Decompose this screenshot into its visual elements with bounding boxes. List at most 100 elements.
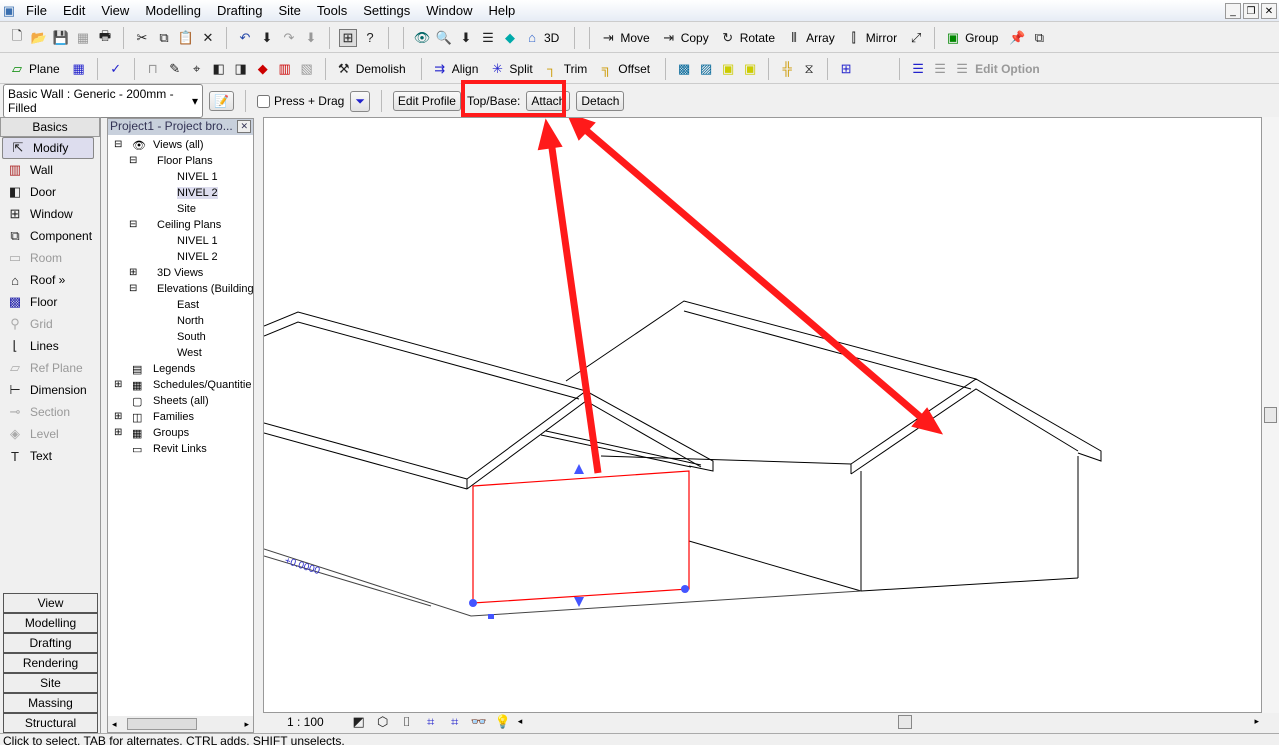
help-cursor-icon[interactable]: ? — [361, 29, 379, 47]
array-button[interactable]: ⫴ Array — [785, 29, 834, 47]
menu-site[interactable]: Site — [271, 3, 309, 18]
redo-list-icon[interactable]: ⬇ — [302, 29, 320, 47]
restore-icon[interactable]: ❐ — [1243, 3, 1259, 19]
expand-icon[interactable]: ⊞ — [114, 411, 122, 422]
type-selector[interactable]: Basic Wall : Generic - 200mm - Filled ▾ — [3, 84, 203, 118]
scroll-right-icon[interactable]: ▸ — [1254, 716, 1259, 727]
demolish-button[interactable]: ⚒ Demolish — [335, 60, 406, 78]
browser-tree-item[interactable]: NIVEL 2 — [177, 251, 218, 263]
unpin-icon[interactable]: ⧉ — [1030, 29, 1048, 47]
3d-model-view[interactable]: +0.0000 — [263, 112, 1263, 714]
copy-clipboard-icon[interactable]: ⧉ — [155, 29, 173, 47]
trim-button[interactable]: ┐ Trim — [543, 60, 587, 78]
browser-tree-item[interactable]: Views (all) — [153, 139, 204, 151]
3d-box-icon[interactable]: ◆ — [501, 29, 519, 47]
zoom-list-icon[interactable]: ⬇ — [457, 29, 475, 47]
bottom-drag-control-icon[interactable] — [574, 597, 584, 607]
menu-tools[interactable]: Tools — [309, 3, 355, 18]
reveal-hidden-icon[interactable]: 💡 — [494, 713, 512, 731]
scroll-left-icon[interactable]: ◂ — [518, 716, 523, 727]
menu-window[interactable]: Window — [418, 3, 480, 18]
join-icon[interactable]: ◨ — [232, 60, 250, 78]
undo-icon[interactable]: ↶ — [236, 29, 254, 47]
wall-join-icon[interactable]: ▥ — [276, 60, 294, 78]
menu-modelling[interactable]: Modelling — [137, 3, 209, 18]
menu-file[interactable]: File — [18, 3, 55, 18]
properties-button[interactable]: 📝 — [209, 91, 234, 111]
browser-tree-item[interactable]: East — [177, 299, 199, 311]
press-drag-checkbox[interactable] — [256, 94, 270, 108]
plane-button[interactable]: ▱ Plane — [8, 60, 60, 78]
design-bar-item-section[interactable]: ⊸ Section — [0, 401, 100, 423]
top-drag-control-icon[interactable] — [574, 464, 584, 474]
grid-show-icon[interactable]: ▦ — [70, 60, 88, 78]
dimension-lock-icon[interactable]: ⊓ — [144, 60, 162, 78]
design-bar-item-dimension[interactable]: ⊢ Dimension — [0, 379, 100, 401]
design-tab-rendering[interactable]: Rendering — [3, 653, 98, 673]
join-geometry-icon[interactable]: ╬ — [778, 60, 796, 78]
measure-icon[interactable]: ⊞ — [837, 60, 855, 78]
design-bar-item-window[interactable]: ⊞ Window — [0, 203, 100, 225]
expand-icon[interactable]: ⊞ — [114, 427, 122, 438]
menu-drafting[interactable]: Drafting — [209, 3, 271, 18]
browser-tree-item[interactable]: North — [177, 315, 204, 327]
collapse-icon[interactable]: ⊟ — [114, 139, 122, 150]
design-tab-structural[interactable]: Structural — [3, 713, 98, 733]
design-bar-item-roof[interactable]: ⌂ Roof » — [0, 269, 100, 291]
split-button[interactable]: ✳ Split — [488, 60, 533, 78]
add-to-set-icon[interactable]: ☰ — [931, 60, 949, 78]
view-hscroll-thumb[interactable] — [898, 714, 913, 729]
copy-button[interactable]: ⇥ Copy — [660, 29, 708, 47]
menu-view[interactable]: View — [93, 3, 137, 18]
browser-tree-item[interactable]: Elevations (Building — [157, 283, 254, 295]
new-icon[interactable]: 🗋 — [8, 28, 26, 47]
save-icon[interactable]: 💾 — [52, 29, 70, 47]
design-bar-item-component[interactable]: ⧉ Component — [0, 225, 100, 247]
design-bar-item-modify[interactable]: ⇱ Modify — [2, 137, 94, 159]
drawing-area[interactable]: +0.0000 — [263, 112, 1263, 714]
browser-tree-item[interactable]: West — [177, 347, 202, 359]
spell-check-icon[interactable]: ✓ — [107, 60, 125, 78]
pick-to-edit-icon[interactable]: ☰ — [953, 60, 971, 78]
collapse-icon[interactable]: ⊟ — [129, 219, 137, 230]
browser-tree-item[interactable]: Schedules/Quantitie — [153, 379, 251, 391]
browser-tree-item[interactable]: Ceiling Plans — [157, 219, 221, 231]
browser-tree-item[interactable]: South — [177, 331, 206, 343]
unjoin-icon[interactable]: ▧ — [298, 60, 316, 78]
offset-button[interactable]: ╗ Offset — [597, 60, 650, 78]
app-icon[interactable]: ▣ — [0, 2, 18, 20]
filter-button[interactable]: ⏷ — [350, 90, 370, 112]
menu-help[interactable]: Help — [481, 3, 524, 18]
wall-opening-icon[interactable]: ⧖ — [800, 60, 818, 78]
scale-selector[interactable]: 1 : 100 — [287, 715, 324, 729]
browser-tree-item[interactable]: Sheets (all) — [153, 395, 209, 407]
design-tab-modelling[interactable]: Modelling — [3, 613, 98, 633]
browser-tree-item[interactable]: 3D Views — [157, 267, 203, 279]
group-button[interactable]: ▣ Group — [944, 29, 999, 47]
match-type-icon[interactable]: ✎ — [166, 60, 184, 78]
design-bar-item-ref-plane[interactable]: ▱ Ref Plane — [0, 357, 100, 379]
menu-settings[interactable]: Settings — [355, 3, 418, 18]
minimize-icon[interactable]: _ — [1225, 3, 1241, 19]
crop-region-icon[interactable]: ⌗ — [422, 713, 440, 731]
hide-isolate-icon[interactable]: 👓 — [470, 713, 488, 731]
redo-icon[interactable]: ↷ — [280, 29, 298, 47]
end-grip-icon[interactable] — [681, 585, 689, 593]
3d-view-button[interactable]: ⌂ 3D — [523, 29, 559, 47]
browser-hscrollbar[interactable]: ◂ ▸ — [108, 716, 253, 732]
close-browser-icon[interactable]: ✕ — [237, 120, 251, 133]
design-bar-item-lines[interactable]: ⌊ Lines — [0, 335, 100, 357]
browser-tree-item[interactable]: NIVEL 1 — [177, 171, 218, 183]
zoom-icon[interactable]: 🔍 — [435, 29, 453, 47]
expand-icon[interactable]: ⊞ — [129, 267, 137, 278]
design-tab-view[interactable]: View — [3, 593, 98, 613]
design-bar-header[interactable]: Basics — [0, 117, 100, 137]
expand-icon[interactable]: ⊞ — [114, 379, 122, 390]
browser-toggle-icon[interactable]: ⊞ — [339, 28, 357, 47]
design-bar-item-room[interactable]: ▭ Room — [0, 247, 100, 269]
browser-tree-item[interactable]: NIVEL 2 — [177, 187, 218, 199]
undo-list-icon[interactable]: ⬇ — [258, 29, 276, 47]
design-tab-drafting[interactable]: Drafting — [3, 633, 98, 653]
open-icon[interactable]: 📂 — [30, 29, 48, 47]
browser-tree-item[interactable]: Groups — [153, 427, 189, 439]
